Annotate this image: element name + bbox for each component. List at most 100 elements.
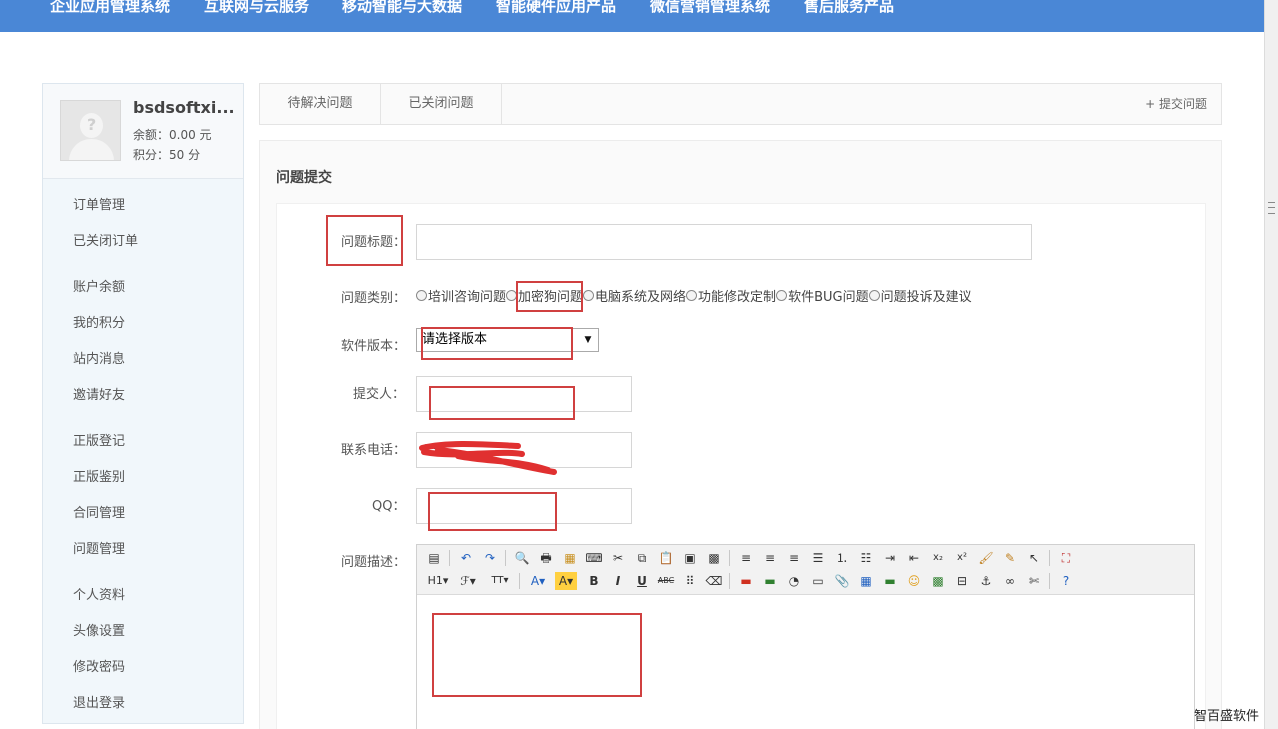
outdent-icon[interactable]: ⇤ (905, 549, 923, 567)
radio-icon[interactable] (416, 290, 427, 301)
font-size-dropdown[interactable]: TT▾ (487, 572, 513, 590)
sidebar-item-invite[interactable]: 邀请好友 (73, 384, 125, 403)
font-family-icon[interactable]: ℱ▾ (457, 572, 479, 590)
category-radio-complaint[interactable]: 问题投诉及建议 (868, 286, 972, 305)
watermark-text: 智百盛软件 (1194, 709, 1260, 724)
help-icon[interactable]: ? (1057, 572, 1075, 590)
nav-mobile-bigdata[interactable]: 移动智能与大数据 (342, 0, 462, 16)
heading-dropdown[interactable]: H1▾ (425, 572, 451, 590)
nav-internet-cloud[interactable]: 互联网与云服务 (204, 0, 309, 16)
nav-after-sales[interactable]: 售后服务产品 (804, 0, 894, 16)
select-all-icon[interactable]: ✎ (1001, 549, 1019, 567)
sidebar-item-change-password[interactable]: 修改密码 (73, 656, 125, 675)
bold-icon[interactable]: B (585, 572, 603, 590)
unlink-icon[interactable]: ✄ (1025, 572, 1043, 590)
title-input[interactable] (416, 224, 1032, 260)
top-navigation-bar: 企业应用管理系统 互联网与云服务 移动智能与大数据 智能硬件应用产品 微信营销管… (0, 0, 1264, 32)
radio-icon[interactable] (583, 290, 595, 301)
sidebar-item-messages[interactable]: 站内消息 (73, 348, 125, 367)
align-right-icon[interactable]: ≡ (785, 549, 803, 567)
eraser-icon[interactable]: ⌫ (705, 572, 723, 590)
preview-icon[interactable]: 🔍 (513, 549, 531, 567)
align-left-icon[interactable]: ≡ (737, 549, 755, 567)
insert-map-icon[interactable]: ▩ (929, 572, 947, 590)
sidebar-item-issues[interactable]: 问题管理 (73, 538, 125, 557)
sidebar-item-profile[interactable]: 个人资料 (73, 584, 125, 603)
superscript-icon[interactable]: x² (953, 549, 971, 567)
tab-closed-issues[interactable]: 已关闭问题 (381, 84, 502, 124)
paste-word-icon[interactable]: ▩ (705, 549, 723, 567)
cursor-icon[interactable]: ↖ (1025, 549, 1043, 567)
nav-smart-hardware[interactable]: 智能硬件应用产品 (496, 0, 616, 16)
annotation-box-description (432, 613, 642, 697)
align-center-icon[interactable]: ≡ (761, 549, 779, 567)
link-icon[interactable]: ∞ (1001, 572, 1019, 590)
ordered-list-icon[interactable]: ⒈ (833, 549, 851, 567)
insert-table-icon[interactable]: ▦ (857, 572, 875, 590)
strikethrough-icon[interactable]: ABC (657, 572, 675, 590)
horizontal-rule-icon[interactable]: ▬ (881, 572, 899, 590)
copy-icon[interactable]: ⧉ (633, 549, 651, 567)
sidebar-item-contracts[interactable]: 合同管理 (73, 502, 125, 521)
category-radio-system-network[interactable]: 电脑系统及网络 (583, 286, 686, 305)
editor-toolbar: ▤ ↶ ↷ 🔍 🖶 ▦ ⌨ ✂ ⧉ 📋 ▣ ▩ ≡ ≡ ≡ ☰ ⒈ ☷ ⇥ ⇤ … (417, 545, 1194, 595)
dropdown-arrow-icon[interactable]: ▼ (580, 330, 596, 350)
undo-icon[interactable]: ↶ (457, 549, 475, 567)
cut-icon[interactable]: ✂ (609, 549, 627, 567)
insert-multi-image-icon[interactable]: ▬ (761, 572, 779, 590)
underline-icon[interactable]: U (633, 572, 651, 590)
annotation-box-title (326, 215, 403, 266)
redo-icon[interactable]: ↷ (481, 549, 499, 567)
scrollbar-grip-icon[interactable] (1268, 202, 1275, 214)
source-code-icon[interactable]: ▤ (425, 549, 443, 567)
balance-text: 余额：0.00 元 (133, 128, 212, 142)
template-icon[interactable]: ▦ (561, 549, 579, 567)
annotation-box-dongle (516, 281, 583, 312)
insert-image-icon[interactable]: ▬ (737, 572, 755, 590)
paste-icon[interactable]: 📋 (657, 549, 675, 567)
sidebar-item-closed-orders[interactable]: 已关闭订单 (73, 230, 138, 249)
paste-text-icon[interactable]: ▣ (681, 549, 699, 567)
indent-icon[interactable]: ⇥ (881, 549, 899, 567)
radio-icon[interactable] (868, 290, 880, 301)
radio-icon[interactable] (686, 290, 698, 301)
radio-icon[interactable] (776, 290, 788, 301)
nav-wechat-marketing[interactable]: 微信营销管理系统 (650, 0, 770, 16)
subscript-icon[interactable]: x₂ (929, 549, 947, 567)
annotation-box-version (421, 327, 573, 360)
submit-issue-link[interactable]: + 提交问题 (1145, 84, 1207, 124)
italic-icon[interactable]: I (609, 572, 627, 590)
category-radio-training[interactable]: 培训咨询问题 (416, 286, 506, 305)
unordered-list-icon[interactable]: ☷ (857, 549, 875, 567)
vertical-scrollbar[interactable] (1264, 0, 1278, 729)
category-radio-customization[interactable]: 功能修改定制 (686, 286, 776, 305)
insert-flash-icon[interactable]: ◔ (785, 572, 803, 590)
avatar[interactable]: ? (60, 100, 121, 161)
sidebar-item-license-register[interactable]: 正版登记 (73, 430, 125, 449)
attachment-icon[interactable]: 📎 (833, 572, 851, 590)
insert-video-icon[interactable]: ▭ (809, 572, 827, 590)
sidebar-item-orders[interactable]: 订单管理 (73, 194, 125, 213)
sidebar-item-avatar-settings[interactable]: 头像设置 (73, 620, 125, 639)
nav-enterprise-apps[interactable]: 企业应用管理系统 (50, 0, 170, 16)
font-color-icon[interactable]: A▾ (527, 572, 549, 590)
line-height-icon[interactable]: ⠿ (681, 572, 699, 590)
print-icon[interactable]: 🖶 (537, 549, 555, 567)
username: bsdsoftxi... (133, 98, 235, 117)
page-break-icon[interactable]: ⊟ (953, 572, 971, 590)
fullscreen-icon[interactable]: ⛶ (1057, 549, 1075, 567)
sidebar-item-logout[interactable]: 退出登录 (73, 692, 125, 711)
category-radio-bug[interactable]: 软件BUG问题 (776, 286, 869, 305)
emoticon-icon[interactable]: ☺ (905, 572, 923, 590)
sidebar-item-balance[interactable]: 账户余额 (73, 276, 125, 295)
highlight-color-icon[interactable]: A▾ (555, 572, 577, 590)
clear-format-icon[interactable]: 🖌 (977, 549, 995, 567)
code-icon[interactable]: ⌨ (585, 549, 603, 567)
points-text: 积分：50 分 (133, 148, 201, 162)
tab-pending-issues[interactable]: 待解决问题 (260, 84, 381, 124)
sidebar-item-points[interactable]: 我的积分 (73, 312, 125, 331)
anchor-icon[interactable]: ⚓ (977, 572, 995, 590)
sidebar-item-license-verify[interactable]: 正版鉴别 (73, 466, 125, 485)
justify-icon[interactable]: ☰ (809, 549, 827, 567)
issue-tabs: 待解决问题 已关闭问题 + 提交问题 (259, 83, 1222, 125)
